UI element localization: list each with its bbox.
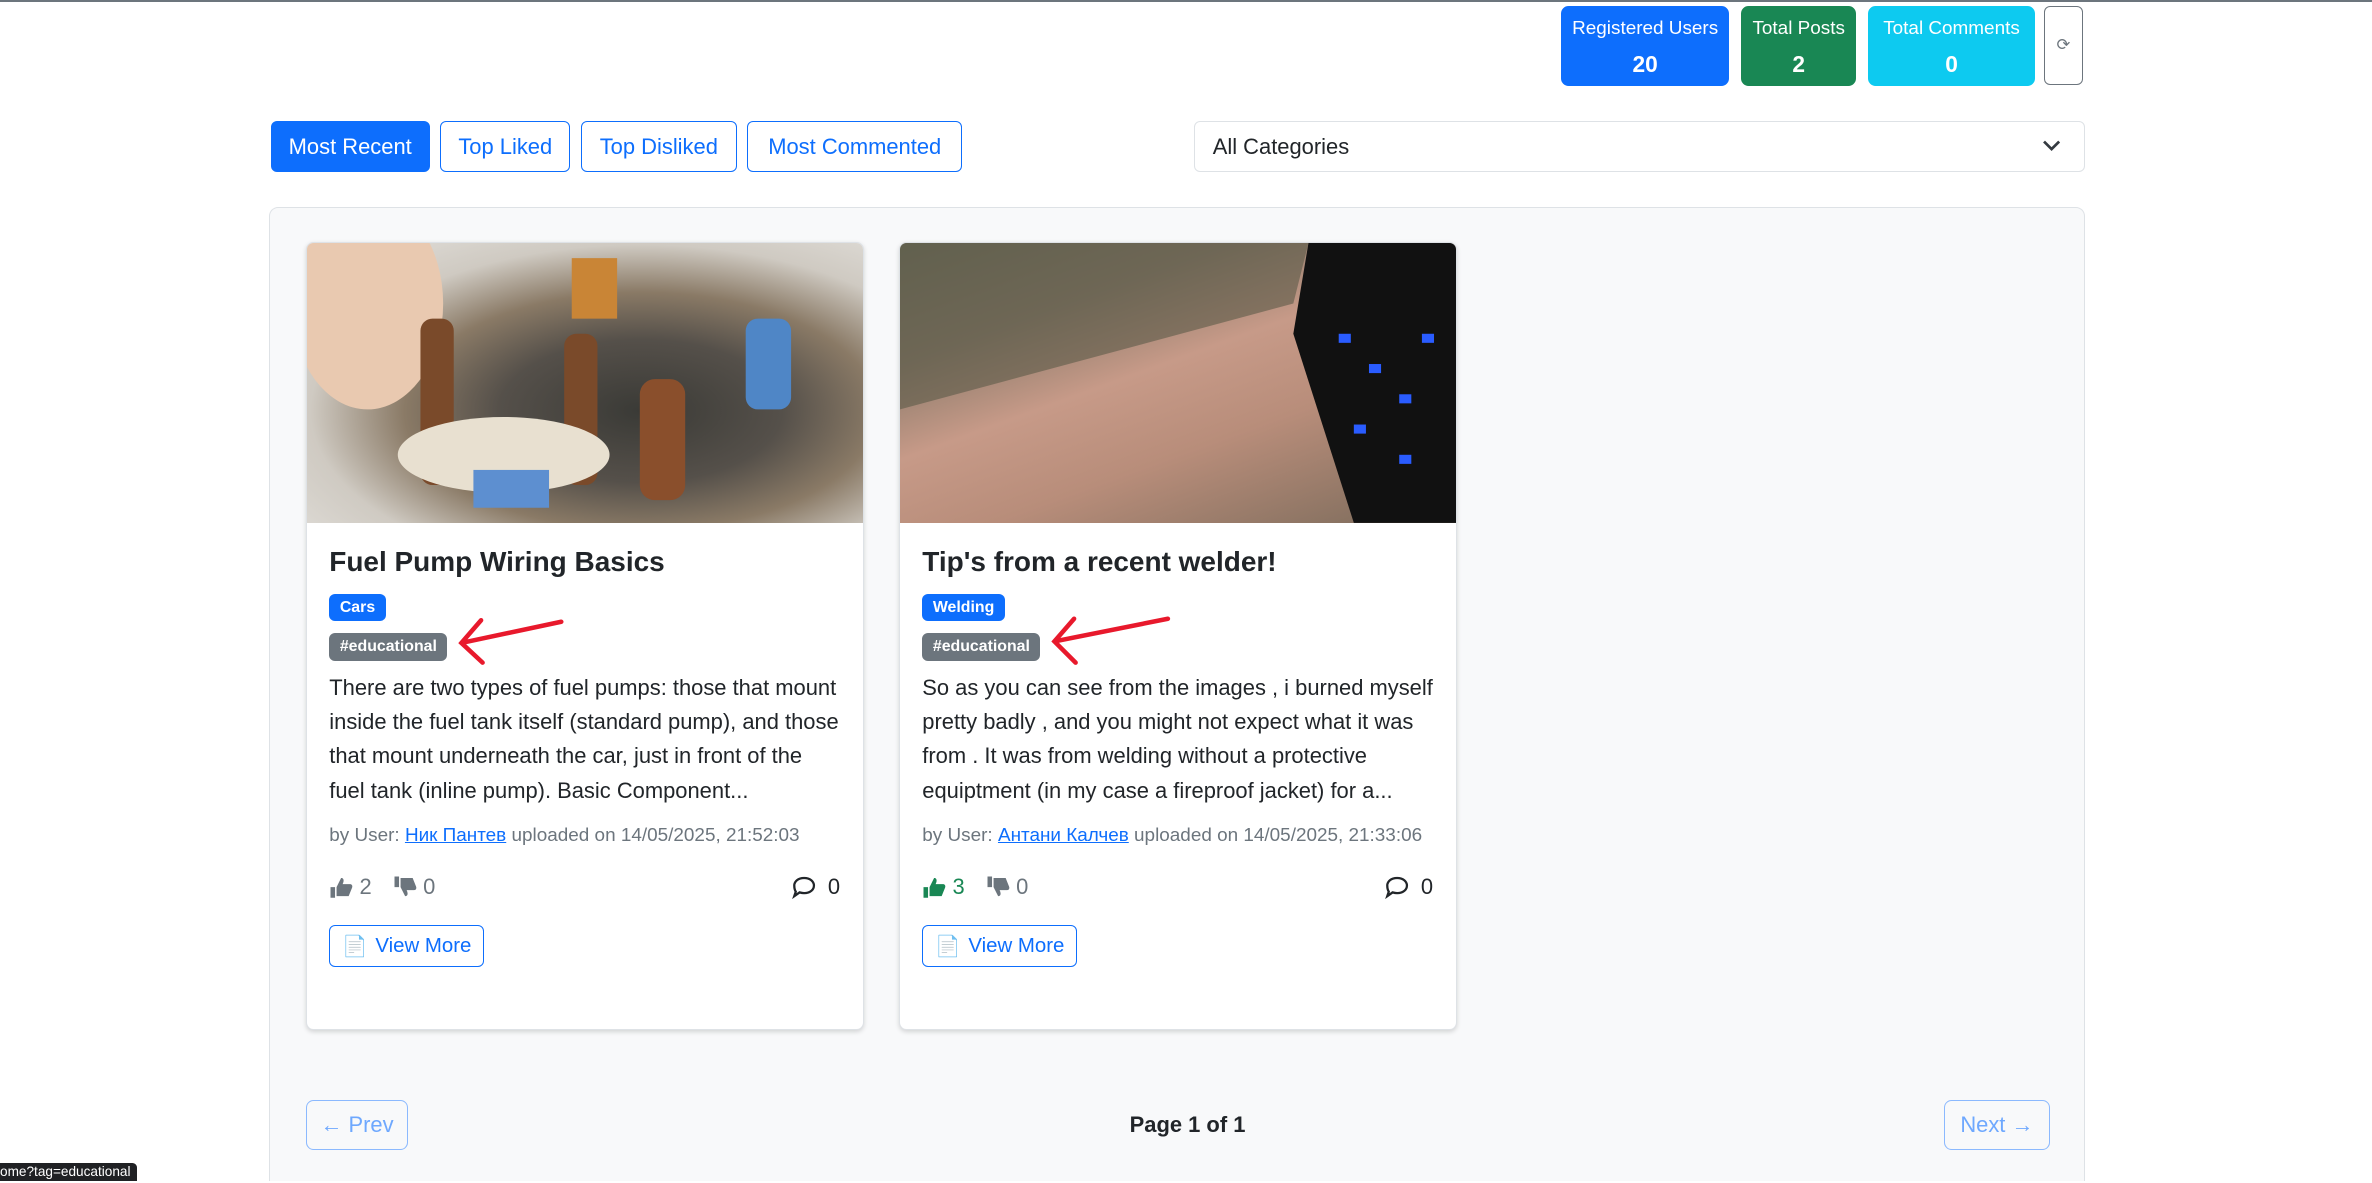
page-info: Page 1 of 1 <box>1129 1111 1246 1137</box>
status-bar-url: ome?tag=educational <box>0 1163 137 1182</box>
page: Registered Users 20 Total Posts 2 Total … <box>0 0 2372 1183</box>
red-arrow-icon <box>458 617 564 665</box>
prev-page-button[interactable]: ← Prev <box>305 1099 409 1150</box>
red-arrow-icon <box>1051 616 1171 665</box>
next-page-button[interactable]: Next → <box>1943 1099 2050 1150</box>
annotation-arrows <box>458 616 1171 665</box>
